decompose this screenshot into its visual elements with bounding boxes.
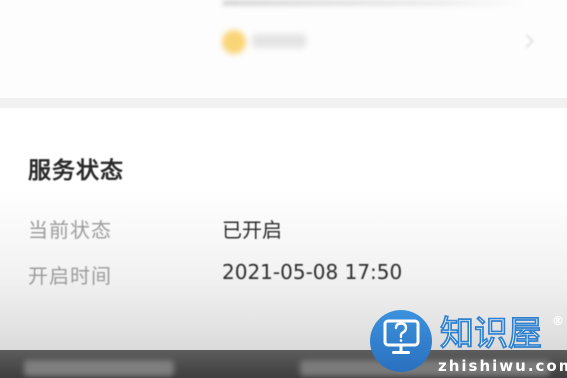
enabled-time-label: 开启时间 [28, 264, 112, 288]
service-status-card: 服务状态 当前状态 已开启 开启时间 2021-05-08 17:50 [0, 108, 567, 378]
top-card[interactable] [0, 0, 567, 98]
coin-icon [222, 30, 246, 54]
section-title: 服务状态 [28, 158, 124, 184]
current-status-value: 已开启 [222, 218, 282, 242]
chevron-right-icon[interactable] [519, 33, 535, 49]
blurred-text-line [222, 0, 522, 6]
enabled-time-value: 2021-05-08 17:50 [222, 260, 403, 284]
blurred-label [252, 34, 306, 48]
blurred-bottom-bar [0, 350, 567, 378]
blurred-text [24, 360, 174, 376]
current-status-label: 当前状态 [28, 218, 112, 242]
blurred-text [300, 360, 550, 376]
